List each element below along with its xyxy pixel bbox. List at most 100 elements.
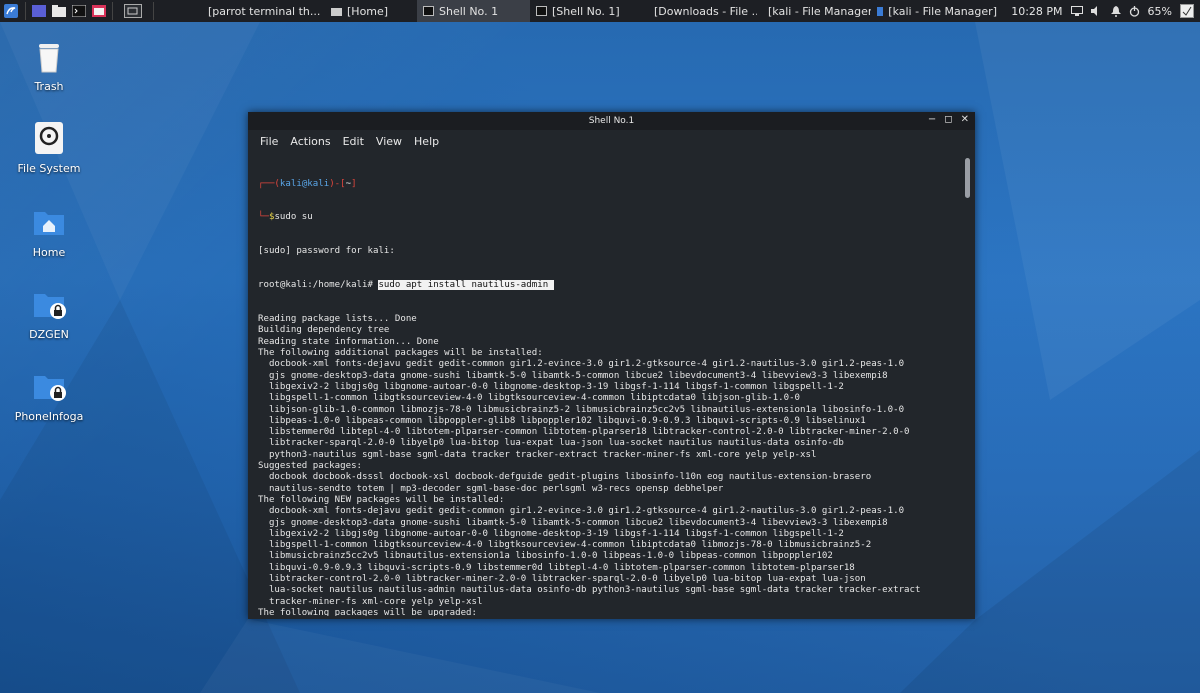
- prompt-line: ┌──(kali@kali)-[~]: [258, 178, 357, 189]
- desktop-icon-label: Home: [32, 246, 66, 259]
- task-shell-active[interactable]: Shell No. 1: [417, 0, 530, 22]
- output-line: libgspell-1-common libgtksourceview-4-0 …: [258, 393, 801, 404]
- task-firefox[interactable]: [parrot terminal th...: [197, 0, 325, 22]
- menu-view[interactable]: View: [370, 135, 408, 148]
- locked-folder-icon: [34, 376, 66, 401]
- output-line: nautilus-sendto totem | mp3-decoder sgml…: [258, 483, 724, 494]
- menu-edit[interactable]: Edit: [337, 135, 370, 148]
- output-line: Reading state information... Done: [258, 336, 439, 347]
- volume-icon[interactable]: [1090, 6, 1103, 16]
- task-label: [Shell No. 1]: [552, 4, 620, 18]
- terminal-scrollbar[interactable]: [965, 156, 971, 614]
- task-shell[interactable]: [Shell No. 1]: [530, 0, 643, 22]
- output-line: python3-nautilus sgml-base sgml-data tra…: [258, 449, 817, 460]
- locked-folder-icon: [34, 294, 66, 319]
- file-manager-icon: [877, 7, 884, 16]
- top-panel: [parrot terminal th... [Home] Shell No. …: [0, 0, 1200, 22]
- prompt-host: kali: [307, 178, 330, 189]
- task-home[interactable]: [Home]: [325, 0, 417, 22]
- task-label: [kali - File Manager]: [768, 4, 871, 18]
- menu-help[interactable]: Help: [408, 135, 445, 148]
- window-titlebar[interactable]: Shell No.1 − ◻ ✕: [248, 112, 975, 130]
- terminal-window: Shell No.1 − ◻ ✕ File Actions Edit View …: [248, 112, 975, 619]
- window-menubar: File Actions Edit View Help: [248, 130, 975, 152]
- browser-icon: [92, 5, 106, 17]
- task-downloads[interactable]: [Downloads - File ...: [643, 0, 757, 22]
- maximize-icon[interactable]: ◻: [944, 114, 952, 125]
- menu-file[interactable]: File: [254, 135, 284, 148]
- output-lines: Reading package lists... Done Building de…: [258, 314, 958, 616]
- output-line: libtracker-sparql-2.0-0 libyelp0 lua-bit…: [258, 438, 844, 449]
- output-line: libstemmer0d libtepl-4-0 libtotem-plpars…: [258, 427, 910, 438]
- desktop-icon-phoneinfoga[interactable]: PhoneInfoga: [9, 368, 89, 423]
- desktop-icon-label: DZGEN: [29, 328, 69, 341]
- workspace-icon: [124, 4, 142, 18]
- kali-logo-icon: [4, 4, 18, 18]
- output-line: tracker-miner-fs xml-core yelp yelp-xsl: [258, 596, 483, 607]
- task-label: [Downloads - File ...: [654, 4, 757, 18]
- task-label: [kali - File Manager]: [888, 4, 997, 18]
- root-prompt: root@kali:/home/kali#: [258, 280, 379, 291]
- prompt-user: kali: [279, 178, 302, 189]
- quick-launch-desktop[interactable]: [29, 0, 49, 22]
- terminal-output[interactable]: ┌──(kali@kali)-[~] └─$sudo su [sudo] pas…: [258, 156, 958, 616]
- panel-separator: [153, 2, 154, 20]
- selected-command: sudo apt install nautilus-admin: [378, 280, 554, 291]
- output-line: docbook-xml fonts-dejavu gedit gedit-com…: [258, 506, 905, 517]
- output-line: libgexiv2-2 libgjs0g libgnome-autoar-0-0…: [258, 528, 844, 539]
- output-line: libjson-glib-1.0-common libmozjs-78-0 li…: [258, 404, 905, 415]
- terminal-icon: [536, 6, 547, 16]
- user-switch-icon[interactable]: [1180, 4, 1194, 18]
- task-label: [Home]: [347, 4, 389, 18]
- output-line: The following packages will be upgraded:: [258, 607, 477, 616]
- display-icon[interactable]: [1070, 6, 1083, 16]
- output-line: gjs gnome-desktop3-data gnome-sushi liba…: [258, 517, 888, 528]
- output-line: [sudo] password for kali:: [258, 246, 395, 257]
- output-line: libquvi-0.9-0.9.3 libquvi-scripts-0.9 li…: [258, 562, 855, 573]
- output-line: The following NEW packages will be insta…: [258, 494, 505, 505]
- terminal-icon: [72, 5, 86, 17]
- root-command-line: root@kali:/home/kali# sudo apt install n…: [258, 280, 958, 291]
- window-title: Shell No.1: [588, 116, 635, 126]
- output-line: libgexiv2-2 libgjs0g libgnome-autoar-0-0…: [258, 381, 844, 392]
- command-line: └─$sudo su: [258, 212, 313, 223]
- task-file-manager[interactable]: [kali - File Manager]: [757, 0, 871, 22]
- quick-launch-files[interactable]: [49, 0, 69, 22]
- desktop-icon-label: File System: [17, 162, 81, 175]
- desktop-icon-label: Trash: [34, 80, 64, 93]
- desktop-icon-home[interactable]: Home: [9, 204, 89, 259]
- output-line: lua-socket nautilus nautilus-admin nauti…: [258, 585, 921, 596]
- notification-bell-icon[interactable]: [1110, 5, 1121, 17]
- desktop-icon: [32, 5, 46, 17]
- trash-icon: [39, 44, 59, 73]
- scrollbar-thumb[interactable]: [965, 158, 970, 198]
- panel-separator: [112, 2, 113, 20]
- output-line: Reading package lists... Done: [258, 314, 417, 325]
- close-icon[interactable]: ✕: [961, 114, 969, 125]
- workspace-switcher[interactable]: [116, 0, 150, 22]
- desktop-icon-dzgen[interactable]: DZGEN: [9, 286, 89, 341]
- app-menu-button[interactable]: [0, 0, 22, 22]
- task-file-manager[interactable]: [kali - File Manager]: [871, 0, 1003, 22]
- window-controls: − ◻ ✕: [928, 114, 969, 125]
- drive-icon: [35, 122, 63, 154]
- clock[interactable]: 10:28 PM: [1011, 5, 1062, 18]
- output-line: libgspell-1-common libgtksourceview-4-0 …: [258, 540, 872, 551]
- quick-launch-browser[interactable]: [89, 0, 109, 22]
- task-label: [parrot terminal th...: [208, 4, 321, 18]
- desktop-icon-trash[interactable]: Trash: [9, 38, 89, 93]
- quick-launch-terminal[interactable]: [69, 0, 89, 22]
- command-text: sudo su: [274, 212, 313, 223]
- folder-icon: [331, 8, 342, 16]
- menu-actions[interactable]: Actions: [284, 135, 336, 148]
- output-line: libtracker-control-2.0-0 libtracker-mine…: [258, 573, 866, 584]
- output-line: The following additional packages will b…: [258, 348, 543, 359]
- desktop-icon-file-system[interactable]: File System: [9, 120, 89, 175]
- output-line: docbook-xml fonts-dejavu gedit gedit-com…: [258, 359, 905, 370]
- folder-icon: [52, 5, 66, 17]
- minimize-icon[interactable]: −: [928, 114, 936, 125]
- task-label: Shell No. 1: [439, 4, 499, 18]
- output-line: libpeas-1.0-0 libpeas-common libpoppler-…: [258, 415, 866, 426]
- power-icon[interactable]: [1129, 5, 1140, 17]
- battery-percent[interactable]: 65%: [1148, 5, 1172, 18]
